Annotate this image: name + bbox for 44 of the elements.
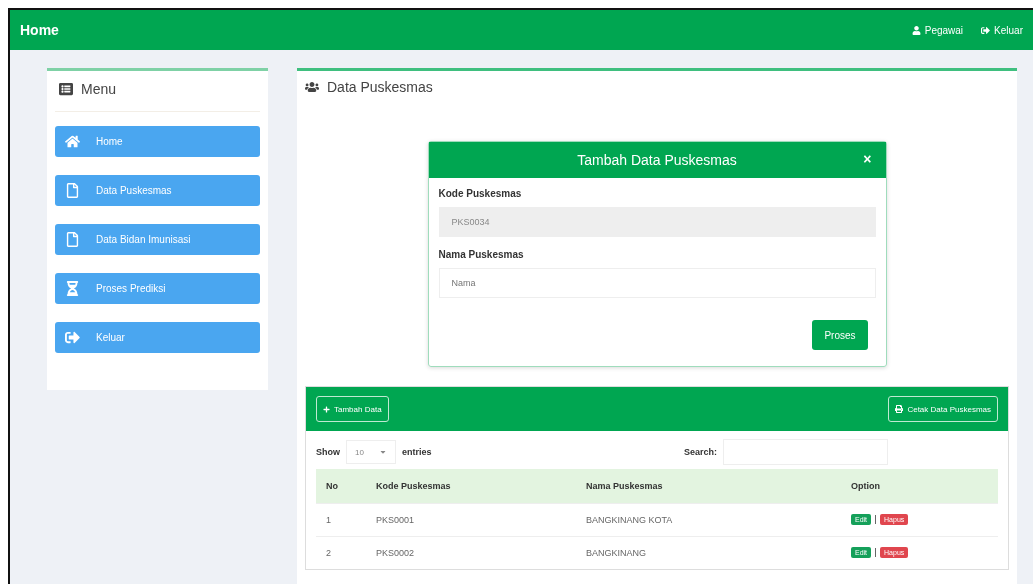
field-label: Kode Puskesmas xyxy=(438,188,523,199)
menu-button[interactable]: Keluar xyxy=(55,322,260,353)
entries-label: entries xyxy=(402,447,432,457)
menu-button[interactable]: Data Bidan Imunisasi xyxy=(55,224,260,255)
home-icon xyxy=(65,134,80,149)
table-cell: 1 xyxy=(316,503,366,536)
panel-title: Data Puskesmas xyxy=(327,79,433,95)
nav-link[interactable]: Pegawai xyxy=(911,24,964,36)
nav-link[interactable]: Keluar xyxy=(981,24,1023,36)
show-label: Show xyxy=(316,447,340,457)
print-button[interactable]: Cetak Data Puskesmas xyxy=(888,396,998,422)
search-label: Search: xyxy=(683,447,717,457)
user-icon xyxy=(911,25,921,35)
column-header: No xyxy=(316,469,366,503)
menu-button[interactable]: Data Puskesmas xyxy=(55,175,260,206)
file-icon xyxy=(65,183,80,198)
table-cell: BANGKINANG xyxy=(576,536,841,569)
sidebar-title: Menu xyxy=(81,81,117,97)
field-label: Nama Puskesmas xyxy=(438,249,525,260)
logout-icon xyxy=(65,330,80,345)
column-header: Nama Puskesmas xyxy=(576,469,841,503)
table-cell: PKS0002 xyxy=(366,536,576,569)
users-icon xyxy=(305,80,319,94)
submit-button[interactable]: Proses xyxy=(812,320,868,350)
close-button[interactable]: × xyxy=(863,151,872,167)
table-cell: PKS0001 xyxy=(366,503,576,536)
menu-button[interactable]: Proses Prediksi xyxy=(55,273,260,304)
brand-title[interactable]: Home xyxy=(20,22,59,38)
file-icon xyxy=(65,232,80,247)
hourglass-icon xyxy=(65,281,80,296)
column-header: Kode Puskesmas xyxy=(366,469,576,503)
modal-title: Tambah Data Puskesmas xyxy=(577,152,737,168)
menu-button[interactable]: Home xyxy=(55,126,260,157)
add-button[interactable]: Tambah Data xyxy=(316,396,389,422)
plus-icon xyxy=(323,405,330,413)
column-header: Option xyxy=(841,469,998,503)
caret-icon xyxy=(379,448,387,456)
print-icon xyxy=(895,405,904,413)
table-cell: 2 xyxy=(316,536,366,569)
list-icon xyxy=(59,82,73,96)
input-field[interactable]: Nama xyxy=(438,268,876,298)
logout-icon xyxy=(981,25,991,35)
table-cell: BANGKINANG KOTA xyxy=(576,503,841,536)
page-size-select[interactable]: 10 xyxy=(346,440,396,464)
